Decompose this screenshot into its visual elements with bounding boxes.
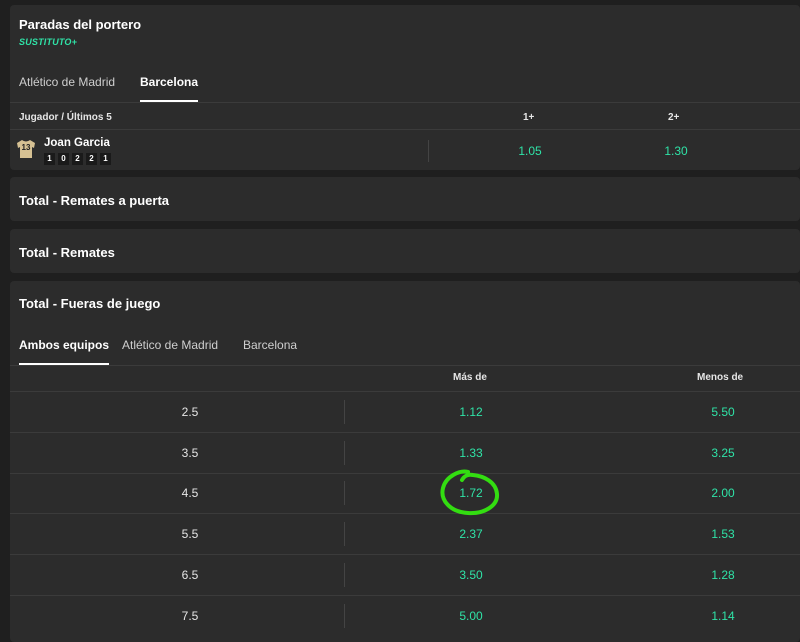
line-value: 7.5 <box>181 609 199 623</box>
offsides-card: Total - Fueras de juego Ambos equipos At… <box>10 281 800 642</box>
sustituto-badge: SUSTITUTO+ <box>19 37 78 47</box>
under-column-header: Menos de <box>697 372 744 383</box>
divider <box>10 365 800 366</box>
last-five-form: 1 0 2 2 1 <box>44 153 111 165</box>
form-result: 0 <box>58 153 69 165</box>
over-odd-button[interactable]: 1.33 <box>441 446 501 460</box>
table-row: 6.5 3.50 1.28 <box>10 555 800 595</box>
market-title[interactable]: Total - Remates a puerta <box>19 193 169 208</box>
form-result: 1 <box>44 153 55 165</box>
shirt-icon: 13 <box>16 139 36 159</box>
over-odd-button[interactable]: 5.00 <box>441 609 501 623</box>
tab-barcelona[interactable]: Barcelona <box>243 338 297 365</box>
odd-button-1plus[interactable]: 1.05 <box>500 144 560 158</box>
player-name: Joan Garcia <box>44 137 110 149</box>
table-row: 5.5 2.37 1.53 <box>10 514 800 554</box>
tab-barcelona[interactable]: Barcelona <box>140 75 199 102</box>
market-title[interactable]: Total - Fueras de juego <box>19 296 160 311</box>
player-row: 13 Joan Garcia 1 0 2 2 1 1.05 1.30 <box>10 130 800 170</box>
form-result: 1 <box>100 153 111 165</box>
under-odd-button[interactable]: 1.28 <box>693 568 753 582</box>
market-title[interactable]: Total - Remates <box>19 245 115 260</box>
divider <box>428 140 429 162</box>
divider <box>344 400 345 424</box>
shots-card[interactable]: Total - Remates <box>10 229 800 273</box>
form-result: 2 <box>86 153 97 165</box>
divider <box>10 102 800 103</box>
player-column-header: Jugador / Últimos 5 <box>19 112 112 123</box>
line-value: 4.5 <box>181 486 199 500</box>
divider <box>344 604 345 628</box>
over-odd-button[interactable]: 1.12 <box>441 405 501 419</box>
shirt-number: 13 <box>21 143 31 152</box>
team-tabs: Atlético de Madrid Barcelona <box>10 75 800 103</box>
line-value: 2.5 <box>181 405 199 419</box>
table-row: 4.5 1.72 2.00 <box>10 473 800 513</box>
tab-both-teams[interactable]: Ambos equipos <box>19 338 110 365</box>
under-odd-button[interactable]: 1.14 <box>693 609 753 623</box>
odd-button-2plus[interactable]: 1.30 <box>646 144 706 158</box>
under-odd-button[interactable]: 1.53 <box>693 527 753 541</box>
over-odd-button[interactable]: 2.37 <box>441 527 501 541</box>
shots-on-target-card[interactable]: Total - Remates a puerta <box>10 177 800 221</box>
line-value: 3.5 <box>181 446 199 460</box>
tab-atletico-madrid[interactable]: Atlético de Madrid <box>19 75 115 102</box>
form-result: 2 <box>72 153 83 165</box>
column-header-2plus: 2+ <box>668 112 680 123</box>
tab-atletico-madrid[interactable]: Atlético de Madrid <box>122 338 218 365</box>
over-odd-button[interactable]: 1.72 <box>441 486 501 500</box>
divider <box>344 563 345 587</box>
column-header-1plus: 1+ <box>523 112 535 123</box>
table-row: 7.5 5.00 1.14 <box>10 596 800 636</box>
under-odd-button[interactable]: 2.00 <box>693 486 753 500</box>
under-odd-button[interactable]: 3.25 <box>693 446 753 460</box>
divider <box>344 441 345 465</box>
team-tabs: Ambos equipos Atlético de Madrid Barcelo… <box>10 338 800 366</box>
under-odd-button[interactable]: 5.50 <box>693 405 753 419</box>
line-value: 5.5 <box>181 527 199 541</box>
divider <box>344 522 345 546</box>
over-column-header: Más de <box>453 372 487 383</box>
table-row: 2.5 1.12 5.50 <box>10 392 800 432</box>
market-title[interactable]: Paradas del portero <box>19 17 141 32</box>
goalkeeper-saves-card: Paradas del portero SUSTITUTO+ Atlético … <box>10 5 800 170</box>
table-row: 3.5 1.33 3.25 <box>10 433 800 473</box>
line-value: 6.5 <box>181 568 199 582</box>
divider <box>344 481 345 505</box>
over-odd-button[interactable]: 3.50 <box>441 568 501 582</box>
